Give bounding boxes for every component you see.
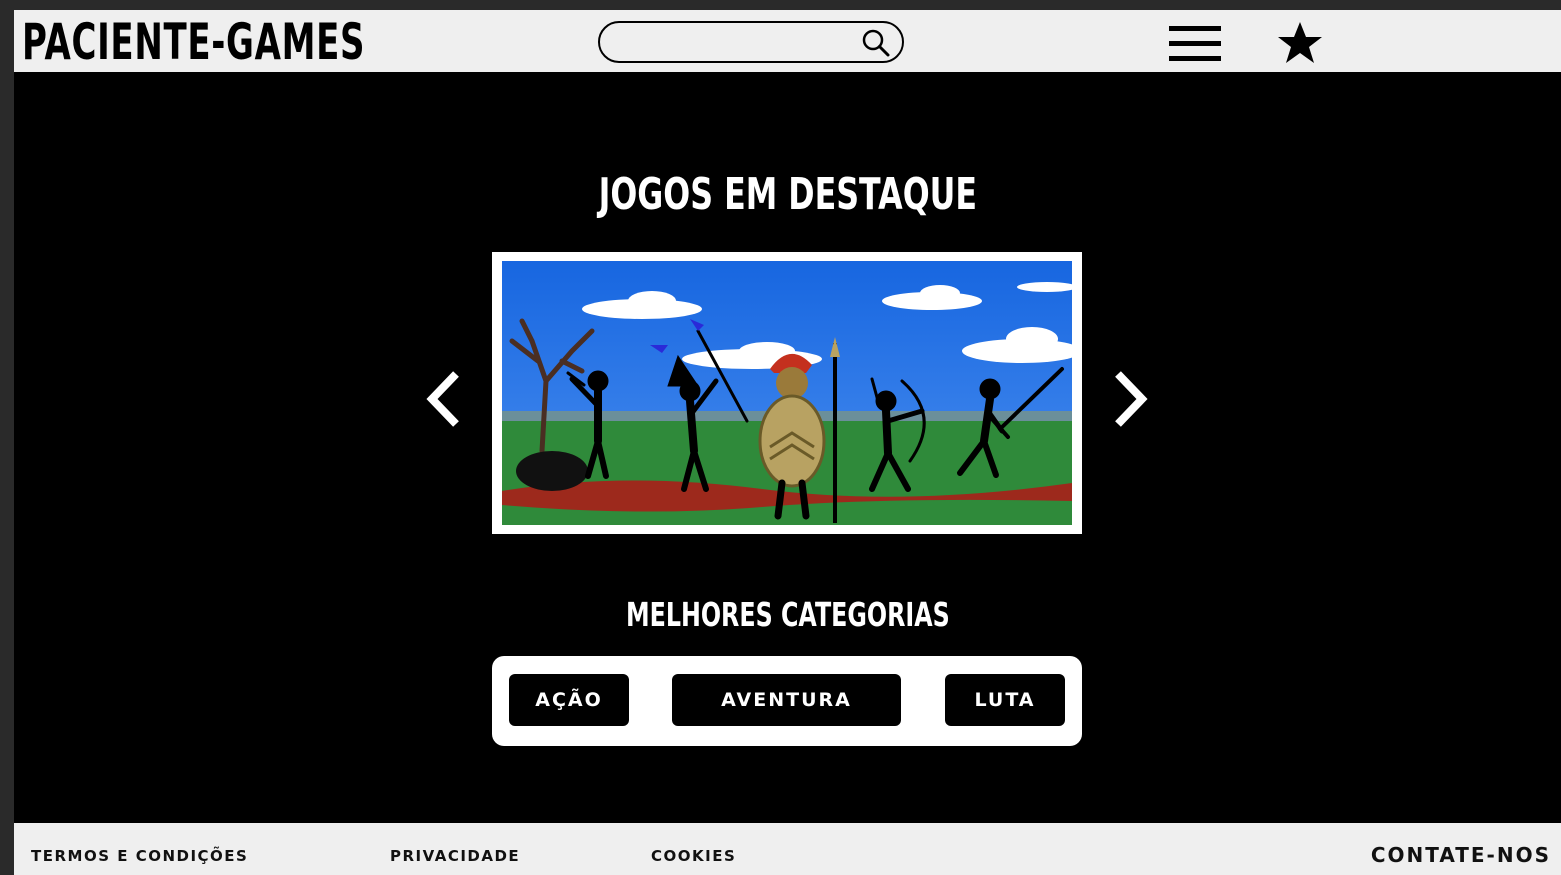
search-icon[interactable] xyxy=(860,28,892,58)
page: PACIENTE-GAMES JOGOS EM DESTAQUE MELHORE… xyxy=(14,10,1561,875)
category-acao-button[interactable]: AÇÃO xyxy=(509,674,629,726)
footer: TERMOS E CONDIÇÕES PRIVACIDADE COOKIES C… xyxy=(14,823,1561,875)
star-icon[interactable] xyxy=(1276,20,1324,66)
featured-game-banner[interactable] xyxy=(492,252,1082,534)
categories-title: MELHORES CATEGORIAS xyxy=(625,595,950,634)
footer-link-terms[interactable]: TERMOS E CONDIÇÕES xyxy=(31,847,248,865)
site-logo[interactable]: PACIENTE-GAMES xyxy=(22,14,365,70)
chevron-left-icon[interactable] xyxy=(422,368,466,430)
footer-link-privacy[interactable]: PRIVACIDADE xyxy=(390,847,520,865)
category-luta-button[interactable]: LUTA xyxy=(945,674,1065,726)
featured-title: JOGOS EM DESTAQUE xyxy=(598,169,977,220)
search-bar[interactable] xyxy=(598,21,904,63)
footer-link-cookies[interactable]: COOKIES xyxy=(651,847,736,865)
chevron-right-icon[interactable] xyxy=(1108,368,1152,430)
header: PACIENTE-GAMES xyxy=(14,10,1561,72)
categories-panel: AÇÃO AVENTURA LUTA xyxy=(492,656,1082,746)
search-input[interactable] xyxy=(616,31,860,55)
game-illustration xyxy=(502,261,1072,525)
category-aventura-button[interactable]: AVENTURA xyxy=(672,674,901,726)
footer-link-contact[interactable]: CONTATE-NOS xyxy=(1371,843,1551,867)
menu-icon[interactable] xyxy=(1167,24,1223,64)
